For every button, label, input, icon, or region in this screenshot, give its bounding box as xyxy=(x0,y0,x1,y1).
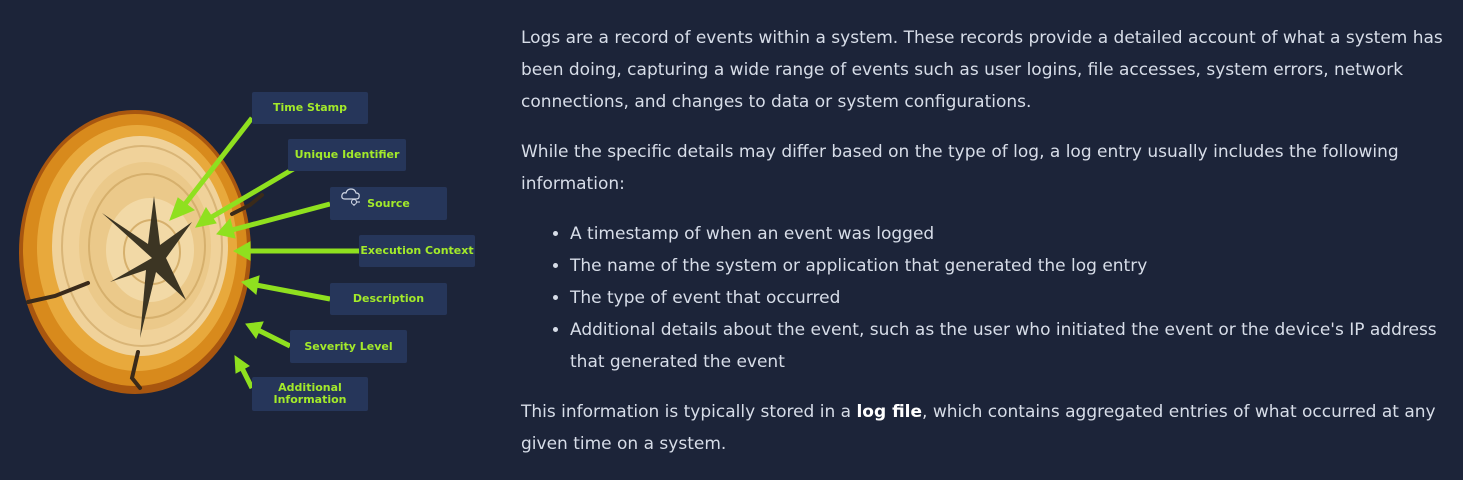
list-item: The type of event that occurred xyxy=(570,282,1456,314)
label-additional-information-line2: Information xyxy=(273,393,347,406)
label-execution-context-text: Execution Context xyxy=(360,244,474,257)
log-anatomy-illustration: Time Stamp Unique Identifier Source Exec… xyxy=(0,0,500,480)
paragraph-log-file: This information is typically stored in … xyxy=(521,396,1456,460)
list-item: Additional details about the event, such… xyxy=(570,314,1456,378)
label-source: Source xyxy=(330,187,447,220)
label-unique-identifier-text: Unique Identifier xyxy=(294,148,400,161)
list-item: A timestamp of when an event was logged xyxy=(570,218,1456,250)
paragraph-log-file-start: This information is typically stored in … xyxy=(521,402,857,422)
list-item: The name of the system or application th… xyxy=(570,250,1456,282)
cloud-network-icon xyxy=(341,188,360,206)
label-severity-level: Severity Level xyxy=(290,330,407,363)
paragraph-log-entry-details: While the specific details may differ ba… xyxy=(521,142,1399,194)
label-additional-information: Additional Information xyxy=(252,377,368,411)
paragraph-logs-intro: Logs are a record of events within a sys… xyxy=(521,28,1443,112)
log-entry-components-list: A timestamp of when an event was logged … xyxy=(521,218,1456,378)
label-description-text: Description xyxy=(352,292,425,305)
label-description: Description xyxy=(330,283,447,315)
label-time-stamp-text: Time Stamp xyxy=(273,101,347,114)
article-body: Logs are a record of events within a sys… xyxy=(521,22,1456,478)
page: Time Stamp Unique Identifier Source Exec… xyxy=(0,0,1463,480)
label-severity-level-text: Severity Level xyxy=(304,339,393,353)
label-source-text: Source xyxy=(367,196,410,210)
label-time-stamp: Time Stamp xyxy=(252,92,368,124)
label-execution-context: Execution Context xyxy=(359,235,475,267)
log-file-term: log file xyxy=(856,402,923,422)
label-unique-identifier: Unique Identifier xyxy=(288,139,406,171)
